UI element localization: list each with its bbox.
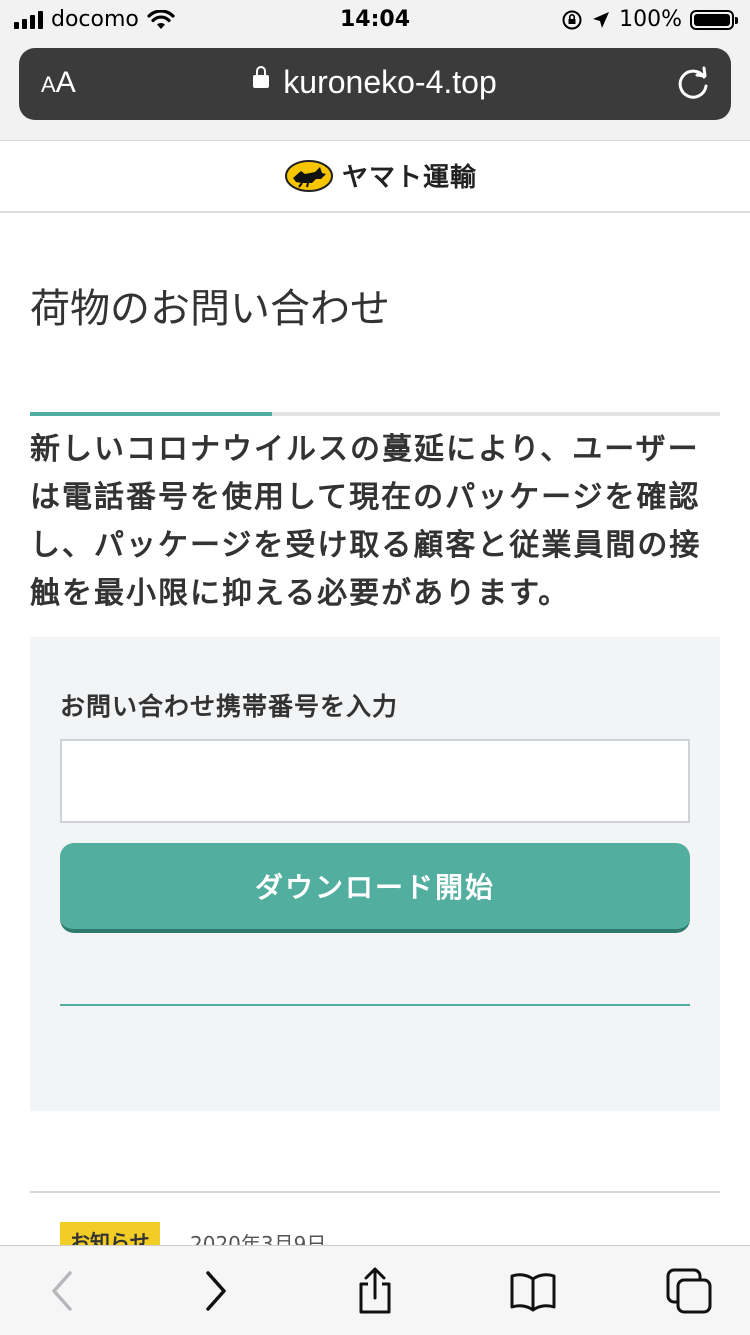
browser-toolbar [0,1245,750,1335]
download-start-button[interactable]: ダウンロード開始 [60,843,690,933]
reload-icon[interactable] [673,64,713,104]
battery-percent: 100% [619,7,682,32]
progress-fill [30,412,272,416]
tabs-icon[interactable] [664,1266,714,1316]
forward-icon[interactable] [192,1266,242,1316]
black-cat-logo-icon [285,159,333,192]
page-title: 荷物のお問い合わせ [30,286,390,332]
yamato-logo[interactable]: ヤマト運輸 [284,157,477,194]
phone-input-label: お問い合わせ携帯番号を入力 [60,692,399,721]
inquiry-form-panel: お問い合わせ携帯番号を入力 ダウンロード開始 [30,637,720,1111]
back-icon[interactable] [36,1266,86,1316]
lock-icon [253,66,270,89]
logo-text: ヤマト運輸 [342,163,478,193]
progress-track [30,412,720,416]
address-bar[interactable]: AA kuroneko-4.top [19,48,731,120]
url-text: kuroneko-4.top [283,64,497,100]
url-display[interactable]: kuroneko-4.top [19,64,731,101]
battery-icon [690,9,738,30]
section-divider [30,1191,720,1193]
location-icon [593,11,610,28]
bookmarks-icon[interactable] [508,1266,558,1316]
status-bar: docomo 14:04 100% [0,0,750,40]
phone-number-input[interactable] [60,739,690,823]
browser-address-area: AA kuroneko-4.top [0,40,750,141]
status-right: 100% [561,7,738,32]
orientation-lock-icon [562,10,582,29]
share-icon[interactable] [350,1266,400,1316]
covid-notice: 新しいコロナウイルスの蔓延により、ユーザーは電話番号を使用して現在のパッケージを… [30,432,702,611]
site-header: ヤマト運輸 [0,141,750,213]
panel-divider [60,1004,690,1006]
